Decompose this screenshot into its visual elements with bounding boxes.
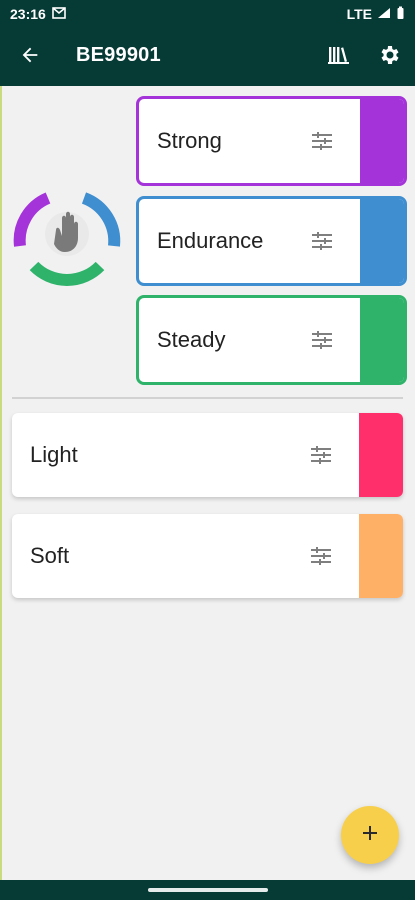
app-bar: BE99901 xyxy=(0,28,415,86)
tune-sliders-icon[interactable] xyxy=(310,129,334,153)
status-right: LTE xyxy=(347,6,405,23)
add-button[interactable] xyxy=(341,806,399,864)
color-swatch xyxy=(360,298,404,382)
page-title: BE99901 xyxy=(76,44,161,66)
network-label: LTE xyxy=(346,6,372,22)
mode-label: Light xyxy=(30,442,78,467)
color-swatch xyxy=(360,99,404,183)
hand-ring-illustration xyxy=(12,184,122,294)
mode-label: Steady xyxy=(157,327,226,352)
mail-icon xyxy=(52,6,66,22)
plus-icon xyxy=(360,823,380,848)
color-swatch xyxy=(359,514,403,598)
tune-sliders-icon[interactable] xyxy=(309,544,333,568)
status-bar: 23:16 LTE xyxy=(0,0,415,28)
mode-card-endurance[interactable]: Endurance xyxy=(136,196,407,286)
back-button[interactable] xyxy=(10,37,50,77)
mode-label: Soft xyxy=(30,543,70,568)
status-time: 23:16 xyxy=(10,6,46,22)
color-swatch xyxy=(360,199,404,283)
mode-card-light[interactable]: Light xyxy=(12,413,403,497)
tune-sliders-icon[interactable] xyxy=(310,328,334,352)
battery-icon xyxy=(396,6,405,23)
color-swatch xyxy=(359,413,403,497)
mode-label: Endurance xyxy=(157,228,264,253)
divider xyxy=(12,397,403,399)
tune-sliders-icon[interactable] xyxy=(309,443,333,467)
mode-card-soft[interactable]: Soft xyxy=(12,514,403,598)
status-left: 23:16 xyxy=(10,6,66,22)
mode-label: Strong xyxy=(157,128,222,153)
navigation-bar xyxy=(0,880,415,900)
mode-card-strong[interactable]: Strong xyxy=(136,96,407,186)
library-icon xyxy=(327,44,351,71)
arrow-left-icon xyxy=(19,44,41,71)
library-button[interactable] xyxy=(319,37,359,77)
settings-button[interactable] xyxy=(369,37,409,77)
mode-card-steady[interactable]: Steady xyxy=(136,295,407,385)
signal-icon xyxy=(377,6,391,22)
tune-sliders-icon[interactable] xyxy=(310,229,334,253)
gear-icon xyxy=(377,43,401,72)
gesture-handle[interactable] xyxy=(147,888,268,892)
main-content: Strong Endurance Steady Light Soft xyxy=(0,86,415,880)
